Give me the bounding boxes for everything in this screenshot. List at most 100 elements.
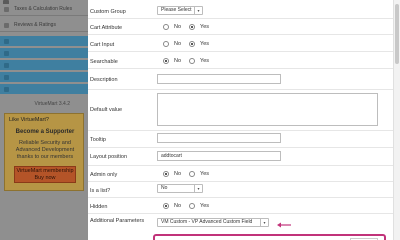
sidebar-item-blue-2[interactable] [0,48,88,58]
sidebar-item-taxes[interactable]: Taxes & Calculation Rules [0,4,88,14]
divider [88,165,400,166]
additional-parameters-select[interactable]: VM Custom - VP Advanced Custom Field ▾ [157,218,269,227]
divider [0,31,88,32]
custom-group-value: Please Select [161,7,192,13]
sidebar-item-reviews[interactable]: Reviews & Ratings [0,20,88,30]
radio-icon[interactable] [163,58,169,64]
radio-label: No [174,24,182,30]
hidden-label: Hidden [90,204,108,210]
description-label: Description [90,77,118,83]
sidebar-item-blue-5[interactable] [0,84,88,94]
radio-icon[interactable] [189,203,196,209]
membership-button-line: Buy now [34,175,56,181]
is-list-value: No [161,185,168,191]
membership-button-line: VirtueMart membership [16,168,74,174]
cart-attribute-label: Cart Attribute [90,25,123,31]
supporter-body-line: thanks to our members [16,154,74,160]
radio-label: Yes [200,41,210,47]
description-input[interactable] [157,74,281,84]
radio-label: Yes [200,203,210,209]
divider [88,89,400,90]
sidebar-item-blue-1[interactable] [0,36,88,46]
radio-icon[interactable] [189,24,196,30]
admin-only-yes[interactable]: Yes [189,171,209,177]
admin-sidebar: Taxes & Calculation Rules Reviews & Rati… [0,0,88,240]
star-icon [4,22,9,28]
radio-label: No [174,171,182,177]
scrollbar-thumb[interactable] [395,4,399,64]
tooltip-input[interactable] [157,133,281,143]
cart-input-label: Cart Input [90,42,115,48]
supporter-body: Reliable Security and Advanced Developme… [5,140,85,161]
taxes-icon [4,6,9,12]
divider [0,15,88,16]
radio-icon[interactable] [163,24,169,30]
chevron-down-icon: ▾ [194,7,202,14]
cart-input-yes[interactable]: Yes [189,41,209,47]
divider [88,213,400,214]
chevron-down-icon: ▾ [260,219,268,226]
admin-only-radio-group: No Yes [163,171,217,177]
radio-icon[interactable] [163,171,169,177]
divider [88,181,400,182]
version-text: VirtueMart 3.4.2 [34,101,70,107]
admin-only-no[interactable]: No [163,171,181,177]
sidebar-item-label: Taxes & Calculation Rules [14,6,73,12]
arrow-left-icon [277,222,291,228]
additional-parameters-value: VM Custom - VP Advanced Custom Field [161,219,253,225]
radio-icon[interactable] [163,41,169,47]
highlighted-parameters-box [153,234,386,240]
admin-only-label: Admin only [90,172,118,178]
layout-position-label: Layout position [90,154,127,160]
supporter-body-line: Advanced Development [15,147,75,153]
cart-attribute-radio-group: No Yes [163,24,217,30]
searchable-label: Searchable [90,59,118,65]
sidebar-item-blue-3[interactable] [0,60,88,70]
radio-icon[interactable] [189,171,196,177]
default-value-label: Default value [90,107,123,113]
radio-label: No [174,41,182,47]
hidden-no[interactable]: No [163,203,181,209]
is-list-select[interactable]: No ▾ [157,184,203,193]
cart-attribute-yes[interactable]: Yes [189,24,209,30]
cart-attribute-no[interactable]: No [163,24,181,30]
divider [88,197,400,198]
divider [88,34,400,35]
hidden-yes[interactable]: Yes [189,203,209,209]
supporter-title: Become a Supporter [15,129,75,135]
sidebar-item-blue-4[interactable] [0,72,88,82]
divider [88,51,400,52]
searchable-yes[interactable]: Yes [189,58,209,64]
radio-icon[interactable] [189,41,196,47]
supporter-body-line: Reliable Security and [19,140,71,146]
custom-field-form: Custom Group Please Select ▾ Cart Attrib… [88,0,400,240]
menu-icon [4,50,9,56]
layout-position-input[interactable]: addtocart [157,151,281,161]
radio-icon[interactable] [163,203,169,209]
cart-input-no[interactable]: No [163,41,181,47]
radio-label: Yes [200,58,210,64]
supporter-box: Like VirtueMart? Become a Supporter Reli… [4,113,84,191]
menu-icon [4,38,9,44]
like-text: Like VirtueMart? [9,117,49,123]
additional-parameters-label: Additional Parameters [90,218,145,224]
membership-button[interactable]: VirtueMart membership Buy now [14,166,76,183]
radio-icon[interactable] [189,58,196,64]
scrollbar[interactable] [393,0,400,240]
default-value-textarea[interactable] [157,93,378,126]
searchable-no[interactable]: No [163,58,181,64]
radio-label: Yes [200,24,210,30]
custom-group-select[interactable]: Please Select ▾ [157,6,203,15]
radio-label: No [174,58,182,64]
searchable-radio-group: No Yes [163,58,217,64]
chevron-down-icon: ▾ [194,185,202,192]
menu-icon [4,86,9,92]
divider [88,18,400,19]
cart-input-radio-group: No Yes [163,41,217,47]
radio-label: Yes [200,171,210,177]
divider [88,68,400,69]
divider [88,147,400,148]
is-list-label: Is a list? [90,188,111,194]
menu-icon [4,74,9,80]
sidebar-item-label: Reviews & Ratings [14,22,56,28]
